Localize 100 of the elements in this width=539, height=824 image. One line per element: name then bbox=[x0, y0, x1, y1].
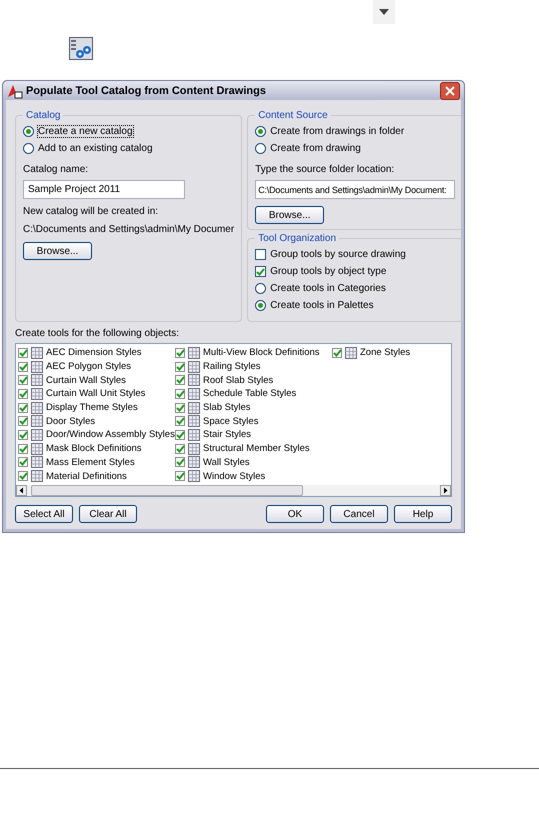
radio-button[interactable] bbox=[255, 283, 266, 294]
checkbox[interactable] bbox=[18, 471, 28, 482]
checkbox[interactable] bbox=[175, 416, 185, 426]
window-title: Populate Tool Catalog from Content Drawings bbox=[26, 84, 267, 96]
gear-window-icon[interactable] bbox=[69, 37, 93, 60]
object-label[interactable]: AEC Dimension Styles bbox=[46, 347, 142, 358]
style-icon bbox=[31, 402, 43, 414]
option-label[interactable]: Group tools by source drawing bbox=[269, 248, 407, 261]
checkbox[interactable] bbox=[18, 444, 28, 454]
object-label[interactable]: Zone Styles bbox=[360, 347, 410, 358]
close-button[interactable] bbox=[440, 82, 460, 100]
horizontal-scrollbar[interactable] bbox=[16, 485, 451, 496]
style-icon bbox=[31, 456, 43, 468]
checkbox[interactable] bbox=[175, 348, 185, 358]
checkbox[interactable] bbox=[175, 388, 185, 399]
checkbox[interactable] bbox=[175, 375, 185, 386]
object-label[interactable]: Curtain Wall Unit Styles bbox=[46, 388, 146, 400]
checkbox[interactable] bbox=[332, 348, 342, 358]
object-label[interactable]: Multi-View Block Definitions bbox=[203, 347, 320, 358]
radio-button[interactable] bbox=[255, 143, 266, 154]
object-label[interactable]: AEC Polygon Styles bbox=[46, 361, 132, 372]
checkbox[interactable] bbox=[18, 457, 28, 468]
object-label[interactable]: Mass Element Styles bbox=[46, 456, 135, 468]
style-icon bbox=[31, 428, 43, 441]
checkbox[interactable] bbox=[18, 388, 28, 399]
checkbox[interactable] bbox=[175, 471, 185, 482]
list-label: Create tools for the following objects: bbox=[15, 328, 180, 339]
dialog-button[interactable]: OK bbox=[266, 505, 324, 523]
object-label[interactable]: Mask Block Definitions bbox=[46, 443, 142, 454]
style-icon bbox=[31, 374, 43, 386]
object-label[interactable]: Structural Member Styles bbox=[203, 443, 310, 454]
object-label[interactable]: Curtain Wall Styles bbox=[46, 374, 126, 386]
option-label[interactable]: Create a new catalog bbox=[37, 125, 134, 138]
checkbox[interactable] bbox=[175, 362, 185, 372]
style-icon bbox=[31, 415, 43, 428]
style-icon bbox=[188, 388, 200, 400]
radio-button[interactable] bbox=[23, 126, 34, 137]
object-label[interactable]: Window Styles bbox=[203, 470, 266, 482]
checkbox[interactable] bbox=[175, 444, 185, 454]
style-icon bbox=[188, 442, 200, 455]
object-label[interactable]: Space Styles bbox=[203, 416, 258, 427]
catalog-name-field[interactable]: Sample Project 2011 bbox=[23, 180, 185, 199]
checkbox[interactable] bbox=[18, 362, 28, 372]
caret-icon bbox=[379, 9, 389, 15]
radio-button[interactable] bbox=[255, 126, 266, 137]
checkbox[interactable] bbox=[175, 402, 185, 413]
checkbox[interactable] bbox=[18, 430, 28, 440]
checkbox[interactable] bbox=[18, 375, 28, 386]
radio-button[interactable] bbox=[255, 300, 266, 311]
dialog-button[interactable]: Cancel bbox=[330, 505, 388, 523]
style-icon bbox=[31, 346, 43, 359]
style-icon bbox=[188, 374, 200, 386]
style-icon bbox=[188, 428, 200, 441]
object-label[interactable]: Wall Styles bbox=[203, 456, 250, 468]
browse-button[interactable]: Browse... bbox=[23, 242, 92, 260]
option-label[interactable]: Create from drawings in folder bbox=[269, 125, 406, 138]
checkbox[interactable] bbox=[18, 416, 28, 426]
app-logo-icon bbox=[7, 82, 23, 98]
checkbox[interactable] bbox=[175, 457, 185, 468]
style-icon bbox=[188, 470, 200, 482]
check-icon bbox=[332, 348, 342, 357]
object-label[interactable]: Stair Styles bbox=[203, 429, 252, 440]
object-label[interactable]: Door/Window Assembly Styles bbox=[46, 429, 175, 440]
object-label[interactable]: Roof Slab Styles bbox=[203, 374, 274, 386]
style-icon bbox=[31, 388, 43, 400]
checkbox[interactable] bbox=[18, 402, 28, 413]
object-label[interactable]: Schedule Table Styles bbox=[203, 388, 296, 400]
option-label[interactable]: Create tools in Categories bbox=[269, 282, 387, 295]
field-label: Catalog name: bbox=[23, 164, 90, 175]
checkbox[interactable] bbox=[175, 430, 185, 440]
location-label: New catalog will be created in: bbox=[23, 206, 160, 217]
object-label[interactable]: Display Theme Styles bbox=[46, 402, 138, 414]
object-label[interactable]: Railing Styles bbox=[203, 361, 261, 372]
object-label[interactable]: Slab Styles bbox=[203, 402, 251, 414]
check-icon bbox=[256, 268, 266, 276]
style-icon bbox=[188, 456, 200, 468]
dialog-button[interactable]: Clear All bbox=[79, 505, 137, 523]
style-icon bbox=[31, 442, 43, 455]
dropdown-button[interactable] bbox=[373, 0, 395, 24]
radio-button[interactable] bbox=[23, 143, 34, 154]
folder-field[interactable]: C:\Documents and Settings\admin\My Document: bbox=[255, 180, 456, 199]
object-label[interactable]: Door Styles bbox=[46, 416, 96, 427]
dialog-button[interactable]: Select All bbox=[15, 505, 73, 523]
style-icon bbox=[188, 402, 200, 414]
object-label[interactable]: Material Definitions bbox=[46, 470, 127, 482]
checkbox[interactable] bbox=[18, 348, 28, 358]
dialog-button[interactable]: Help bbox=[394, 505, 452, 523]
checkbox[interactable] bbox=[255, 266, 266, 277]
checkbox[interactable] bbox=[255, 249, 266, 260]
browse-button[interactable]: Browse... bbox=[255, 206, 324, 224]
scroll-right-icon[interactable] bbox=[440, 485, 451, 496]
location-path: C:\Documents and Settings\admin\My Documer bbox=[23, 224, 234, 235]
option-label[interactable]: Group tools by object type bbox=[269, 265, 388, 278]
option-label[interactable]: Create tools in Palettes bbox=[269, 299, 375, 312]
scroll-left-icon[interactable] bbox=[16, 485, 27, 496]
style-icon bbox=[31, 470, 43, 482]
field-label: Type the source folder location: bbox=[255, 164, 396, 175]
option-label[interactable]: Add to an existing catalog bbox=[37, 142, 154, 155]
option-label[interactable]: Create from drawing bbox=[269, 142, 362, 155]
style-icon bbox=[188, 346, 200, 359]
